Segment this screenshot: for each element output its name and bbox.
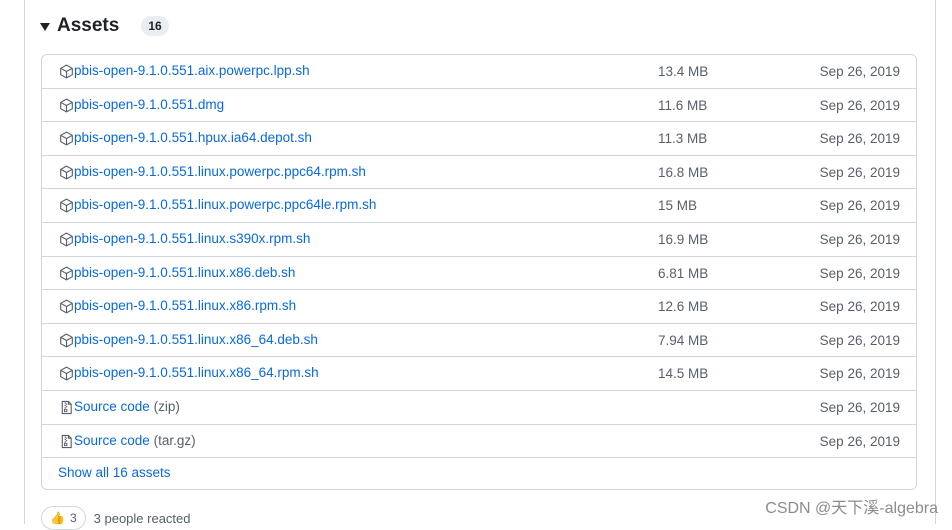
asset-name: pbis-open-9.1.0.551.linux.x86_64.rpm.sh <box>74 365 319 381</box>
asset-name: Source code <box>74 398 150 414</box>
asset-size: 12.6 MB <box>658 299 709 315</box>
left-divider <box>24 0 25 524</box>
asset-link[interactable]: pbis-open-9.1.0.551.linux.powerpc.ppc64l… <box>74 197 376 212</box>
package-icon <box>59 266 74 281</box>
asset-link[interactable]: pbis-open-9.1.0.551.aix.powerpc.lpp.sh <box>74 63 310 78</box>
package-icon <box>59 165 74 180</box>
asset-link[interactable]: pbis-open-9.1.0.551.linux.s390x.rpm.sh <box>74 231 310 246</box>
package-icon <box>59 98 74 113</box>
package-icon <box>59 232 74 247</box>
show-all-assets-link[interactable]: Show all 16 assets <box>58 465 171 480</box>
asset-name: pbis-open-9.1.0.551.linux.powerpc.ppc64.… <box>74 163 366 179</box>
asset-date: Sep 26, 2019 <box>819 366 900 382</box>
asset-row: pbis-open-9.1.0.551.linux.powerpc.ppc64l… <box>42 189 916 223</box>
reaction-count: 3 <box>69 511 77 525</box>
asset-link[interactable]: pbis-open-9.1.0.551.linux.powerpc.ppc64.… <box>74 164 366 179</box>
asset-list: pbis-open-9.1.0.551.aix.powerpc.lpp.sh 13… <box>41 54 917 490</box>
package-icon <box>59 64 74 79</box>
zip-file-icon <box>59 400 74 415</box>
asset-row: Source code (tar.gz) Sep 26, 2019 <box>42 425 916 459</box>
asset-row: pbis-open-9.1.0.551.linux.x86_64.rpm.sh 1… <box>42 357 916 391</box>
asset-row: pbis-open-9.1.0.551.linux.x86_64.deb.sh 7… <box>42 324 916 358</box>
asset-size: 15 MB <box>658 198 698 214</box>
csdn-watermark: CSDN @天下溪-algebra <box>765 500 938 517</box>
asset-date: Sep 26, 2019 <box>819 433 900 449</box>
asset-row: pbis-open-9.1.0.551.aix.powerpc.lpp.sh 13… <box>42 55 916 89</box>
asset-date: Sep 26, 2019 <box>819 64 900 79</box>
asset-size: 6.81 MB <box>658 265 709 281</box>
asset-name: pbis-open-9.1.0.551.hpux.ia64.depot.sh <box>74 130 312 146</box>
asset-name: pbis-open-9.1.0.551.linux.x86.deb.sh <box>74 264 296 280</box>
asset-row: pbis-open-9.1.0.551.linux.x86.deb.sh 6.81… <box>42 257 916 291</box>
asset-name: Source code <box>74 432 150 448</box>
package-icon <box>59 131 74 146</box>
asset-link[interactable]: Source code (zip) <box>74 399 180 414</box>
package-icon <box>59 333 74 348</box>
asset-size: 16.8 MB <box>658 164 709 180</box>
asset-size: 11.3 MB <box>658 131 708 147</box>
reaction-summary: 3 people reacted <box>93 510 191 526</box>
thumbs-up-icon: 👍 <box>50 511 65 525</box>
right-divider <box>935 0 936 524</box>
asset-link[interactable]: pbis-open-9.1.0.551.dmg <box>74 97 224 112</box>
asset-row: pbis-open-9.1.0.551.linux.x86.rpm.sh 12.6… <box>42 290 916 324</box>
asset-format: (tar.gz) <box>153 432 196 448</box>
asset-link[interactable]: pbis-open-9.1.0.551.linux.x86.deb.sh <box>74 265 295 280</box>
asset-name: pbis-open-9.1.0.551.linux.s390x.rpm.sh <box>74 230 311 246</box>
asset-row: pbis-open-9.1.0.551.dmg 11.6 MB Sep 26, 20… <box>42 89 916 123</box>
asset-link[interactable]: Source code (tar.gz) <box>74 433 196 448</box>
asset-name: pbis-open-9.1.0.551.aix.powerpc.lpp.sh <box>74 63 310 78</box>
asset-link[interactable]: pbis-open-9.1.0.551.linux.x86_64.rpm.sh <box>74 365 319 380</box>
package-icon <box>59 299 74 314</box>
asset-name: pbis-open-9.1.0.551.dmg <box>74 96 225 112</box>
assets-count-badge: 16 <box>141 16 169 36</box>
asset-row: pbis-open-9.1.0.551.hpux.ia64.depot.sh 11… <box>42 122 916 156</box>
asset-size: 13.4 MB <box>658 64 709 79</box>
asset-link[interactable]: pbis-open-9.1.0.551.linux.x86_64.deb.sh <box>74 332 318 347</box>
asset-row: Source code (zip) Sep 26, 2019 <box>42 391 916 425</box>
asset-date: Sep 26, 2019 <box>819 332 900 348</box>
asset-name: pbis-open-9.1.0.551.linux.powerpc.ppc64l… <box>74 197 377 213</box>
asset-link[interactable]: pbis-open-9.1.0.551.hpux.ia64.depot.sh <box>74 130 312 145</box>
caret-down-icon[interactable] <box>40 23 50 31</box>
assets-title: Assets <box>57 15 120 36</box>
asset-date: Sep 26, 2019 <box>819 265 900 281</box>
asset-name: pbis-open-9.1.0.551.linux.x86.rpm.sh <box>74 298 297 314</box>
asset-size: 14.5 MB <box>658 366 709 382</box>
asset-date: Sep 26, 2019 <box>819 131 900 147</box>
zip-file-icon <box>59 434 74 449</box>
asset-date: Sep 26, 2019 <box>819 198 900 214</box>
asset-size: 11.6 MB <box>658 97 708 113</box>
asset-row: pbis-open-9.1.0.551.linux.s390x.rpm.sh 16… <box>42 223 916 257</box>
asset-date: Sep 26, 2019 <box>819 231 900 247</box>
asset-date: Sep 26, 2019 <box>819 164 900 180</box>
asset-name: pbis-open-9.1.0.551.linux.x86_64.deb.sh <box>74 331 318 347</box>
asset-size: 7.94 MB <box>658 332 709 348</box>
asset-date: Sep 26, 2019 <box>819 299 900 315</box>
asset-row: pbis-open-9.1.0.551.linux.powerpc.ppc64.… <box>42 156 916 190</box>
reactions-bar: 👍 3 3 people reacted <box>41 506 191 530</box>
package-icon <box>59 198 74 213</box>
asset-date: Sep 26, 2019 <box>819 399 900 415</box>
asset-size: 16.9 MB <box>658 231 709 247</box>
package-icon <box>59 366 74 381</box>
assets-header[interactable]: Assets 16 <box>40 12 169 40</box>
asset-format: (zip) <box>153 398 180 414</box>
reaction-button[interactable]: 👍 3 <box>41 506 86 530</box>
asset-date: Sep 26, 2019 <box>819 97 900 113</box>
asset-link[interactable]: pbis-open-9.1.0.551.linux.x86.rpm.sh <box>74 298 296 313</box>
